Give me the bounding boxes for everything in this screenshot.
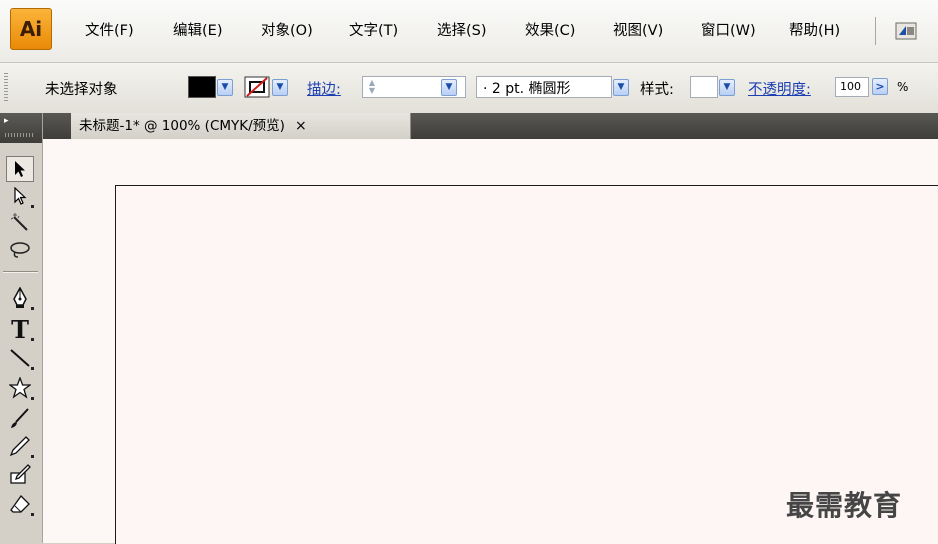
pen-tool-icon[interactable] (6, 285, 34, 311)
direct-selection-tool-icon[interactable] (6, 183, 34, 209)
canvas-area[interactable] (43, 139, 938, 544)
watermark: 最需教育 (786, 489, 903, 522)
menu-type[interactable]: 文字(T) (349, 20, 398, 42)
graphic-style-dropdown-icon[interactable]: ▼ (719, 79, 735, 96)
opacity-arrow-icon[interactable]: > (872, 78, 888, 95)
selection-tool-icon[interactable] (6, 156, 34, 182)
expand-panel-icon[interactable]: ▸ (4, 116, 9, 126)
fill-swatch[interactable] (188, 76, 216, 98)
menu-edit[interactable]: 编辑(E) (173, 20, 222, 42)
stroke-dropdown-icon[interactable]: ▼ (272, 79, 288, 96)
pencil-tool-icon[interactable] (6, 433, 34, 459)
style-label: 样式: (640, 82, 674, 98)
control-bar-grip[interactable] (4, 73, 8, 103)
menu-separator (875, 17, 876, 45)
menu-bar: Ai 文件(F) 编辑(E) 对象(O) 文字(T) 选择(S) 效果(C) 视… (0, 0, 938, 63)
fill-dropdown-icon[interactable]: ▼ (217, 79, 233, 96)
illustrator-logo[interactable]: Ai (10, 8, 52, 50)
document-tab-strip: 未标题-1* @ 100% (CMYK/预览) × (43, 113, 938, 139)
lasso-tool-icon[interactable] (6, 237, 34, 263)
menu-select[interactable]: 选择(S) (437, 20, 487, 42)
stroke-swatch[interactable] (244, 76, 270, 98)
opacity-unit: % (897, 80, 909, 94)
tools-panel: ▸ T (0, 113, 43, 543)
menu-view[interactable]: 视图(V) (613, 20, 663, 42)
eraser-tool-icon[interactable] (6, 491, 34, 517)
brush-dropdown-icon[interactable]: ▼ (613, 79, 629, 96)
opacity-label-link[interactable]: 不透明度: (748, 78, 811, 99)
stroke-weight-stepper-icon[interactable]: ▲ ▼ (366, 79, 378, 95)
tools-panel-header[interactable]: ▸ (0, 113, 42, 143)
panel-grip[interactable] (5, 133, 35, 137)
menu-help[interactable]: 帮助(H) (789, 20, 840, 42)
menu-object[interactable]: 对象(O) (261, 20, 313, 42)
bridge-icon[interactable] (894, 19, 918, 43)
menu-window[interactable]: 窗口(W) (701, 20, 756, 42)
menu-file[interactable]: 文件(F) (85, 20, 134, 42)
document-tab-title: 未标题-1* @ 100% (CMYK/预览) (79, 118, 285, 134)
opacity-input[interactable]: 100 (835, 77, 869, 97)
type-tool-icon[interactable]: T (6, 315, 34, 344)
paintbrush-tool-icon[interactable] (6, 405, 34, 431)
stroke-label-link[interactable]: 描边: (307, 78, 341, 99)
close-tab-icon[interactable]: × (295, 118, 307, 134)
line-segment-tool-icon[interactable] (6, 345, 34, 371)
star-tool-icon[interactable] (6, 375, 34, 401)
menu-effect[interactable]: 效果(C) (525, 20, 575, 42)
brush-definition-field[interactable]: · 2 pt. 椭圆形 (476, 76, 612, 98)
stroke-weight-dropdown-icon[interactable]: ▼ (441, 79, 457, 96)
control-bar: 未选择对象 ▼ ▼ 描边: ▲ ▼ ▼ · 2 pt. 椭圆形 ▼ 样式: ▼ 不… (0, 63, 938, 114)
brush-definition-value: · 2 pt. 椭圆形 (483, 81, 571, 97)
magic-wand-tool-icon[interactable] (6, 210, 34, 236)
graphic-style-swatch[interactable] (690, 76, 718, 98)
blob-brush-tool-icon[interactable] (6, 461, 34, 487)
selection-status: 未选择对象 (45, 82, 118, 98)
document-tab[interactable]: 未标题-1* @ 100% (CMYK/预览) × (71, 113, 411, 139)
